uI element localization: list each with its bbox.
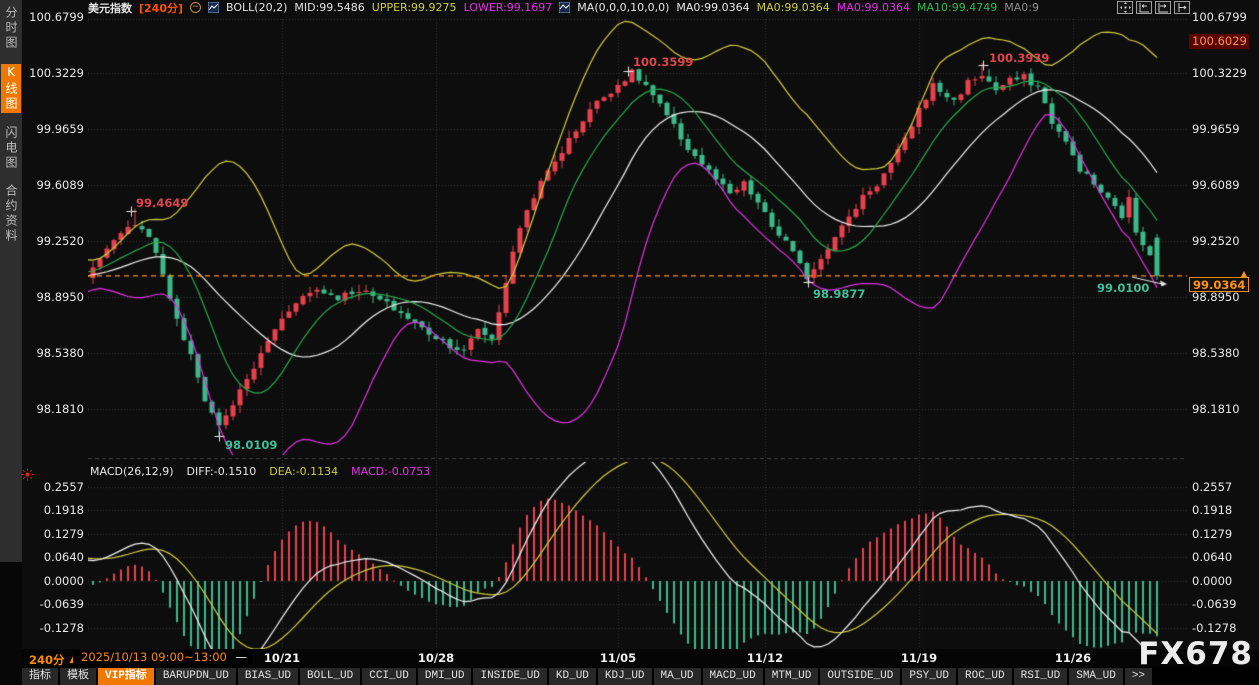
macd-axis-right: 0.2557 0.1918 0.1279 0.0640 0.0000 -0.0639 -0.… [1192, 0, 1256, 685]
boll-lower-value: LOWER:99.1697 [464, 1, 553, 14]
price-badge: 99.0364 ▲ [1189, 277, 1249, 292]
toolbar-tab[interactable]: MA_UD [654, 668, 701, 685]
macd-axis-label: 0.1279 [26, 527, 84, 541]
macd-axis-label: 0.2557 [1192, 480, 1256, 494]
macd-axis-label: 0.0000 [26, 574, 84, 588]
collapse-minus-icon[interactable]: − [190, 2, 201, 13]
toolbar-tab[interactable]: MTM_UD [765, 668, 819, 685]
period-selector[interactable]: 240分 ▲ [29, 652, 76, 668]
instrument-title: 美元指数 [88, 0, 132, 16]
sidebar-chart-mode-item[interactable]: K线图 [1, 64, 21, 113]
macd-axis-label: -0.0639 [26, 597, 84, 611]
macd-axis-label: 0.1279 [1192, 527, 1256, 541]
price-annotation: 98.0109 [225, 438, 277, 452]
alert-burst-icon[interactable] [21, 466, 34, 485]
toolbar-tab[interactable]: INSIDE_UD [473, 668, 546, 685]
xaxis-tick-label: 11/19 [901, 651, 937, 665]
ma-value: MA10:99.4749 [917, 1, 997, 14]
ma-value: MA0:99.0364 [757, 1, 830, 14]
chart-window-controls [1117, 1, 1190, 14]
xaxis-tick-label: 11/26 [1055, 651, 1091, 665]
toolbar-tab[interactable]: KD_UD [549, 668, 596, 685]
toolbar-tab[interactable]: ROC_UD [958, 668, 1012, 685]
macd-axis-label: 0.0000 [1192, 574, 1256, 588]
boll-upper-value: UPPER:99.9275 [372, 1, 457, 14]
toolbar-tab[interactable]: VIP指标 [98, 668, 154, 685]
toolbar-tab[interactable]: SMA_UD [1069, 668, 1123, 685]
period-label: 240分 [29, 652, 65, 668]
boll-indicator-icon[interactable] [208, 2, 219, 13]
ma-indicator-icon[interactable] [559, 2, 570, 13]
macd-axis-label: -0.1278 [1192, 621, 1256, 635]
macd-axis-label: 0.1918 [1192, 503, 1256, 517]
sidebar-chart-mode-item[interactable]: 合约资料 [1, 184, 21, 244]
pan-icon[interactable] [1117, 1, 1133, 14]
price-annotation: 100.3599 [633, 55, 693, 69]
bar-datetime-range: 2025/10/13 09:00~13:00 — [73, 650, 253, 666]
toolbar-tab[interactable]: 指标 [22, 668, 58, 685]
period-tag: [240分] [139, 0, 183, 16]
boll-mid-value: MID:99.5486 [294, 1, 364, 14]
xaxis-tick-label: 11/05 [600, 651, 636, 665]
toolbar-tab[interactable]: BOLL_UD [300, 668, 360, 685]
price-annotation: 99.0100 [1097, 281, 1149, 295]
datetime-range-text: 2025/10/13 09:00~13:00 [81, 650, 227, 664]
ma-label: MA(0,0,0,10,0,0) [577, 1, 669, 14]
macd-axis-left: 0.2557 0.1918 0.1279 0.0640 0.0000 -0.0639 -0.… [26, 0, 84, 685]
macd-macd-value: MACD:-0.0753 [351, 465, 430, 478]
toolbar-tab[interactable]: PSY_UD [902, 668, 956, 685]
toolbar-tab[interactable]: CCI_UD [362, 668, 416, 685]
ma-value: MA0:9 [1004, 1, 1039, 14]
price-badge-value: 99.0364 [1193, 278, 1245, 292]
price-annotation: 100.3939 [989, 51, 1049, 65]
macd-axis-label: -0.1278 [26, 621, 84, 635]
ma-values: MA0:99.0364 MA0:99.0364 MA0:99.0364 MA10:99… [676, 1, 1039, 14]
macd-dea-value: DEA:-0.1134 [269, 465, 338, 478]
price-annotation: 98.9877 [813, 287, 865, 301]
indicator-header-bar: 美元指数 [240分] − BOLL(20,2) MID:99.5486 UPP… [88, 0, 1039, 15]
shift-right-icon[interactable] [1174, 1, 1190, 14]
toolbar-tab[interactable]: RSI_UD [1014, 668, 1068, 685]
xaxis-tick-label: 10/28 [418, 651, 454, 665]
price-annotation: 99.4649 [136, 196, 188, 210]
ma-value: MA0:99.0364 [837, 1, 910, 14]
macd-axis-label: 0.2557 [26, 480, 84, 494]
range-dash: — [236, 650, 248, 664]
boll-label: BOLL(20,2) [226, 1, 287, 14]
left-sidebar: 分时图 K线图闪电图合约资料 [0, 0, 22, 562]
macd-name: MACD(26,12,9) [90, 465, 174, 478]
trading-app-window: 分时图 K线图闪电图合约资料 美元指数 [240分] − BOLL(20,2) M… [0, 0, 1259, 685]
chart-canvas[interactable] [88, 14, 1187, 650]
ma-value: MA0:99.0364 [676, 1, 749, 14]
price-badge-value: 100.6029 [1192, 34, 1247, 48]
macd-axis-label: 0.0640 [1192, 550, 1256, 564]
macd-diff-value: DIFF:-0.1510 [187, 465, 257, 478]
axis-left-icon[interactable] [1136, 1, 1152, 14]
sidebar-chart-mode-item[interactable]: 分时图 [1, 6, 21, 51]
xaxis-tick-label: 10/21 [264, 651, 300, 665]
toolbar-tab[interactable]: DMI_UD [418, 668, 472, 685]
axis-right-icon[interactable] [1155, 1, 1171, 14]
toolbar-tab[interactable]: OUTSIDE_UD [820, 668, 900, 685]
toolbar-tab[interactable]: 模板 [60, 668, 96, 685]
price-badge: 100.6029 [1189, 34, 1249, 49]
toolbar-tab[interactable]: >> [1125, 668, 1152, 685]
sidebar-bottom-filler [0, 562, 22, 685]
macd-axis-label: 0.0640 [26, 550, 84, 564]
toolbar-tab[interactable]: BIAS_UD [238, 668, 298, 685]
toolbar-tab[interactable]: MACD_UD [703, 668, 763, 685]
xaxis-tick-label: 11/12 [747, 651, 783, 665]
macd-axis-label: -0.0639 [1192, 597, 1256, 611]
sidebar-chart-mode-item[interactable]: 闪电图 [1, 126, 21, 171]
indicator-toolbar: 指标模板VIP指标BARUPDN_UDBIAS_UDBOLL_UDCCI_UDD… [22, 667, 1259, 685]
toolbar-tab[interactable]: BARUPDN_UD [156, 668, 236, 685]
macd-axis-label: 0.1918 [26, 503, 84, 517]
macd-header-bar: MACD(26,12,9) DIFF:-0.1510 DEA:-0.1134 M… [90, 465, 430, 478]
toolbar-tab[interactable]: KDJ_UD [598, 668, 652, 685]
up-arrow-icon: ▲ [1241, 267, 1247, 281]
